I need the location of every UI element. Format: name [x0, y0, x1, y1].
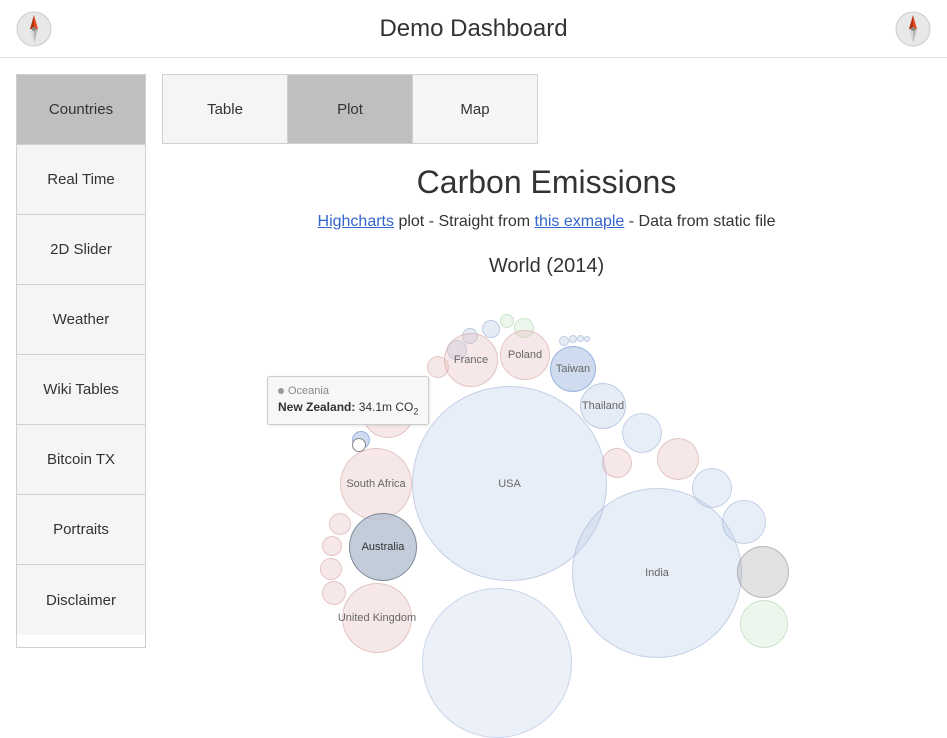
- bubble-newzealand-highlight[interactable]: [352, 438, 366, 452]
- tab-label: Map: [460, 101, 489, 118]
- bubble-small[interactable]: [622, 413, 662, 453]
- tab-label: Table: [207, 101, 243, 118]
- bubble-small[interactable]: [322, 536, 342, 556]
- sidebar-item-label: Bitcoin TX: [47, 451, 115, 468]
- tabs: Table Plot Map: [162, 74, 538, 144]
- bubble-label: France: [454, 354, 488, 366]
- bubble-label: India: [645, 567, 669, 579]
- sidebar-item-disclaimer[interactable]: Disclaimer: [17, 565, 145, 635]
- subtitle-text: plot - Straight from: [394, 213, 535, 230]
- sidebar-item-bitcointx[interactable]: Bitcoin TX: [17, 425, 145, 495]
- bubble-australia[interactable]: Australia: [349, 513, 417, 581]
- bubble-small[interactable]: [482, 320, 500, 338]
- sidebar-item-wikitables[interactable]: Wiki Tables: [17, 355, 145, 425]
- bubble-small[interactable]: [577, 335, 584, 342]
- bubble-small[interactable]: [559, 336, 569, 346]
- bubble-small[interactable]: [569, 335, 577, 343]
- sidebar-item-realtime[interactable]: Real Time: [17, 145, 145, 215]
- chart-area[interactable]: France Poland Taiwan Thailand Turkey Sou…: [162, 288, 931, 648]
- sidebar-item-label: Countries: [49, 101, 113, 118]
- bubble-thailand[interactable]: Thailand: [580, 383, 626, 429]
- sidebar: Countries Real Time 2D Slider Weather Wi…: [16, 74, 146, 648]
- compass-icon-left: [16, 11, 52, 47]
- bubble-label: USA: [498, 478, 521, 490]
- bubble-label: Poland: [508, 349, 542, 361]
- bubble-label: Thailand: [582, 400, 624, 412]
- sidebar-item-2dslider[interactable]: 2D Slider: [17, 215, 145, 285]
- chart-title: Carbon Emissions: [162, 164, 931, 201]
- tooltip-series: Oceania: [278, 385, 418, 397]
- bubble-poland[interactable]: Poland: [500, 330, 550, 380]
- bubble-label: United Kingdom: [338, 612, 416, 624]
- bubble-small[interactable]: [329, 513, 351, 535]
- sidebar-item-portraits[interactable]: Portraits: [17, 495, 145, 565]
- bubble-small[interactable]: [657, 438, 699, 480]
- tooltip: Oceania New Zealand: 34.1m CO2: [267, 376, 429, 425]
- bubble-small[interactable]: [740, 600, 788, 648]
- header: Demo Dashboard: [0, 0, 947, 58]
- body: Countries Real Time 2D Slider Weather Wi…: [0, 58, 947, 648]
- bubble-small[interactable]: [602, 448, 632, 478]
- tooltip-series-label: Oceania: [288, 385, 329, 397]
- chart-context: World (2014): [162, 255, 931, 278]
- tab-map[interactable]: Map: [413, 75, 537, 143]
- sidebar-item-label: Disclaimer: [46, 592, 116, 609]
- sidebar-item-label: Portraits: [53, 521, 109, 538]
- compass-icon-right: [895, 11, 931, 47]
- tooltip-value: 34.1m CO: [359, 400, 414, 414]
- bubble-label: South Africa: [346, 478, 405, 490]
- bubble-taiwan[interactable]: Taiwan: [550, 346, 596, 392]
- tab-plot[interactable]: Plot: [288, 75, 413, 143]
- sidebar-item-label: Weather: [53, 311, 109, 328]
- bubble-southafrica[interactable]: South Africa: [340, 448, 412, 520]
- tab-label: Plot: [337, 101, 363, 118]
- tooltip-sub: 2: [413, 406, 418, 416]
- bubble-label: Taiwan: [556, 363, 590, 375]
- bubble-france[interactable]: France: [444, 333, 498, 387]
- chart-subtitle: Highcharts plot - Straight from this exm…: [162, 213, 931, 231]
- tooltip-dot-icon: [278, 388, 284, 394]
- sidebar-item-label: Wiki Tables: [43, 381, 119, 398]
- sidebar-item-label: 2D Slider: [50, 241, 112, 258]
- page-title: Demo Dashboard: [52, 15, 895, 43]
- bubble-small[interactable]: [320, 558, 342, 580]
- link-example[interactable]: this exmaple: [535, 213, 625, 230]
- tooltip-country: New Zealand:: [278, 400, 355, 414]
- sidebar-item-weather[interactable]: Weather: [17, 285, 145, 355]
- tab-table[interactable]: Table: [163, 75, 288, 143]
- sidebar-item-countries[interactable]: Countries: [17, 75, 145, 145]
- bubble-small[interactable]: [422, 588, 572, 738]
- bubble-small[interactable]: [737, 546, 789, 598]
- bubble-small[interactable]: [722, 500, 766, 544]
- main: Table Plot Map Carbon Emissions Highchar…: [146, 74, 947, 648]
- tooltip-main: New Zealand: 34.1m CO2: [278, 400, 418, 416]
- bubble-small[interactable]: [322, 581, 346, 605]
- bubble-uk[interactable]: United Kingdom: [342, 583, 412, 653]
- bubble-label: Australia: [362, 541, 405, 553]
- bubble-small[interactable]: [584, 336, 590, 342]
- subtitle-text: - Data from static file: [624, 213, 775, 230]
- bubble-small[interactable]: [692, 468, 732, 508]
- link-highcharts[interactable]: Highcharts: [318, 213, 394, 230]
- bubble-small[interactable]: [500, 314, 514, 328]
- sidebar-item-label: Real Time: [47, 171, 115, 188]
- bubble-india[interactable]: India: [572, 488, 742, 658]
